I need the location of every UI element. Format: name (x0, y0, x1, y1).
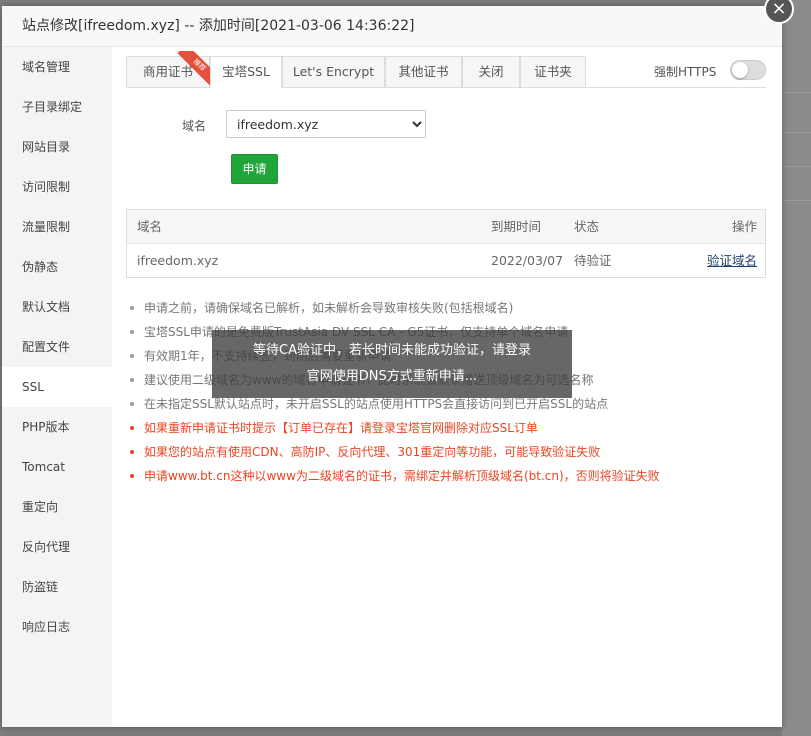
list-item: 如果您的站点有使用CDN、高防IP、反向代理、301重定向等功能，可能导致验证失… (128, 440, 768, 464)
list-item: 申请之前，请确保域名已解析，如未解析会导致审核失败(包括根域名) (128, 296, 768, 320)
sidebar-item-hotlink[interactable]: 防盗链 (2, 567, 112, 607)
sidebar-item-default-doc[interactable]: 默认文档 (2, 287, 112, 327)
modal-title: 站点修改[ifreedom.xyz] -- 添加时间[2021-03-06 14… (2, 6, 782, 47)
tab-close[interactable]: 关闭 (462, 56, 520, 88)
tab-lets-encrypt[interactable]: Let's Encrypt (282, 56, 385, 88)
verify-domain-link[interactable]: 验证域名 (707, 244, 757, 277)
tab-bt-ssl[interactable]: 宝塔SSL (210, 56, 282, 88)
toast-line-2: 官网使用DNS方式重新申请... (306, 369, 478, 384)
background-divider (782, 200, 811, 201)
toast-line-1: 等待CA验证中，若长时间未能成功验证，请登录 (253, 343, 531, 358)
list-item: 如果重新申请证书时提示【订单已存在】请登录宝塔官网删除对应SSL订单 (128, 416, 768, 440)
background-divider (782, 92, 811, 93)
background-page (782, 0, 811, 736)
sidebar-item-reverse-proxy[interactable]: 反向代理 (2, 527, 112, 567)
apply-button[interactable]: 申请 (231, 154, 278, 184)
sidebar-item-php-version[interactable]: PHP版本 (2, 407, 112, 447)
domain-label: 域名 (182, 119, 207, 133)
tab-other-cert[interactable]: 其他证书 (385, 56, 462, 88)
domain-row: 域名 ifreedom.xyz (126, 110, 766, 140)
tab-commercial-cert[interactable]: 商用证书 推荐 (126, 51, 211, 88)
ribbon-label: 推荐 (177, 51, 211, 85)
sidebar-item-subdir[interactable]: 子目录绑定 (2, 87, 112, 127)
header-action: 操作 (731, 219, 757, 234)
domain-select[interactable]: ifreedom.xyz (226, 110, 426, 138)
sidebar-item-redirect[interactable]: 重定向 (2, 487, 112, 527)
row-expire: 2022/03/07 (491, 253, 564, 268)
ca-verify-toast: 等待CA验证中，若长时间未能成功验证，请登录 官网使用DNS方式重新申请... (212, 330, 572, 398)
sidebar-item-site-dir[interactable]: 网站目录 (2, 127, 112, 167)
sidebar-item-ssl[interactable]: SSL (2, 367, 112, 407)
table-header: 域名 到期时间 状态 操作 (127, 210, 765, 244)
row-domain: ifreedom.xyz (137, 253, 219, 268)
recommend-ribbon: 推荐 (177, 51, 211, 85)
force-https-label: 强制HTTPS (654, 65, 717, 79)
sidebar-item-domain[interactable]: 域名管理 (2, 47, 112, 87)
cert-table: 域名 到期时间 状态 操作 ifreedom.xyz 2022/03/07 待验… (126, 209, 766, 278)
header-status: 状态 (574, 219, 600, 234)
sidebar-item-tomcat[interactable]: Tomcat (2, 447, 112, 487)
row-status: 待验证 (574, 253, 612, 268)
sidebar-item-config-file[interactable]: 配置文件 (2, 327, 112, 367)
force-https-toggle[interactable] (730, 60, 766, 80)
background-divider (782, 132, 811, 133)
header-expire: 到期时间 (491, 219, 542, 234)
sidebar-item-response-log[interactable]: 响应日志 (2, 607, 112, 647)
tab-cert-folder[interactable]: 证书夹 (520, 56, 586, 88)
close-icon: × (771, 0, 787, 19)
header-domain: 域名 (137, 219, 163, 234)
sidebar-item-traffic-limit[interactable]: 流量限制 (2, 207, 112, 247)
list-item: 申请www.bt.cn这种以www为二级域名的证书，需绑定并解析顶级域名(bt.… (128, 464, 768, 488)
ssl-tabs: 商用证书 推荐 宝塔SSL Let's Encrypt 其他证书 关闭 证书夹 … (126, 51, 766, 88)
sidebar-item-rewrite[interactable]: 伪静态 (2, 247, 112, 287)
background-divider (782, 166, 811, 167)
table-row: ifreedom.xyz 2022/03/07 待验证 验证域名 (127, 244, 765, 277)
sidebar: 域名管理 子目录绑定 网站目录 访问限制 流量限制 伪静态 默认文档 配置文件 … (2, 47, 112, 727)
sidebar-item-access-limit[interactable]: 访问限制 (2, 167, 112, 207)
